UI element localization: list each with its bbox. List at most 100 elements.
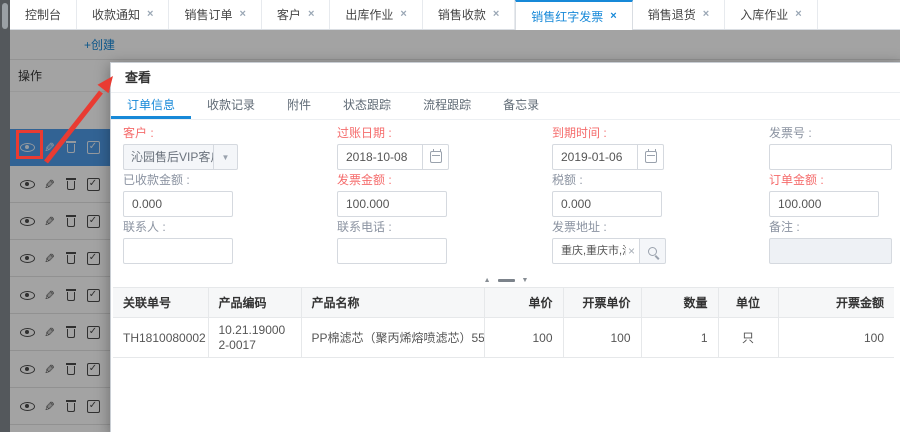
invoice-amount-value: 100.000 <box>346 197 390 211</box>
customer-value: 沁园售后VIP客户 <box>131 150 213 164</box>
posting-date-value: 2018-10-08 <box>346 150 408 164</box>
tab-close-icon[interactable]: × <box>610 10 616 22</box>
field-contact-phone: 联系电话 : <box>337 220 552 264</box>
tab-customer[interactable]: 客户 × <box>262 0 331 29</box>
invoice-form: 客户 : 沁园售后VIP客户 ▼ 过账日期 : 2018-10-08 到期时间 … <box>111 120 900 267</box>
invoice-no-input[interactable] <box>769 144 892 170</box>
remark-input[interactable] <box>769 238 892 264</box>
due-date-input[interactable]: 2019-01-06 <box>552 144 638 170</box>
invoice-amount-input[interactable]: 100.000 <box>337 191 447 217</box>
received-amount-label: 已收款金额 : <box>123 173 190 187</box>
order-amount-label: 订单金额 : <box>769 173 824 187</box>
col-unit[interactable]: 单位 <box>717 287 778 318</box>
tab-close-icon[interactable]: × <box>400 9 406 20</box>
tab-label: 销售收款 <box>437 8 486 22</box>
field-invoice-amount: 发票金额 : 100.000 <box>337 173 552 217</box>
due-date-label: 到期时间 : <box>552 126 607 140</box>
tab-close-icon[interactable]: × <box>703 9 709 20</box>
products-table: 关联单号 产品编码 产品名称 单价 开票单价 数量 单位 开票金额 TH1810… <box>113 287 894 358</box>
field-remark: 备注 : <box>769 220 900 264</box>
dialog-title: 查看 <box>111 63 900 93</box>
tab-sales-return[interactable]: 销售退货 × <box>633 0 726 29</box>
tab-label: 入库作业 <box>740 8 789 22</box>
cell-product-name: PP棉滤芯（聚丙烯熔喷滤芯）5598/559... <box>300 317 484 358</box>
received-amount-input[interactable]: 0.000 <box>123 191 233 217</box>
col-quantity[interactable]: 数量 <box>640 287 718 318</box>
tab-label: 销售退货 <box>647 8 696 22</box>
tax-amount-label: 税额 : <box>552 173 583 187</box>
contact-label: 联系人 : <box>123 220 166 234</box>
table-row[interactable]: TH1810080002 10.21.190002-0017 PP棉滤芯（聚丙烯… <box>113 317 894 358</box>
tab-payment-notice[interactable]: 收款通知 × <box>77 0 170 29</box>
posting-date-calendar-button[interactable] <box>423 144 449 170</box>
tab-close-icon[interactable]: × <box>308 9 314 20</box>
dialog-tabbar: 订单信息 收款记录 附件 状态跟踪 流程跟踪 备忘录 <box>111 93 900 120</box>
splitter-handle[interactable] <box>497 278 515 282</box>
scrollbar-thumb[interactable] <box>2 3 8 29</box>
field-customer: 客户 : 沁园售后VIP客户 ▼ <box>123 126 337 170</box>
cell-product-code: 10.21.190002-0017 <box>207 317 301 358</box>
field-invoice-no: 发票号 : <box>769 126 900 170</box>
col-unit-price[interactable]: 单价 <box>483 287 563 318</box>
tax-amount-input[interactable]: 0.000 <box>552 191 662 217</box>
field-invoice-address: 发票地址 : 重庆,重庆市,渝北区,[], × <box>552 220 769 264</box>
posting-date-input[interactable]: 2018-10-08 <box>337 144 423 170</box>
invoice-address-input[interactable]: 重庆,重庆市,渝北区,[], × <box>552 238 640 264</box>
due-date-value: 2019-01-06 <box>561 150 623 164</box>
tab-process-tracking[interactable]: 流程跟踪 <box>407 93 487 119</box>
tab-inbound[interactable]: 入库作业 × <box>725 0 818 29</box>
tab-label: 控制台 <box>25 8 62 22</box>
collapse-up-icon[interactable]: ▲ <box>484 277 491 284</box>
search-icon <box>648 246 657 256</box>
tab-label: 客户 <box>276 8 301 22</box>
tab-label: 收款通知 <box>92 8 141 22</box>
field-received-amount: 已收款金额 : 0.000 <box>123 173 337 217</box>
contact-input[interactable] <box>123 238 233 264</box>
tab-order-info[interactable]: 订单信息 <box>111 93 192 119</box>
tab-sales-receipt[interactable]: 销售收款 × <box>423 0 516 29</box>
tab-close-icon[interactable]: × <box>493 9 499 20</box>
table-header-row: 关联单号 产品编码 产品名称 单价 开票单价 数量 单位 开票金额 <box>113 287 894 318</box>
tab-red-invoice-active[interactable]: 销售红字发票 × <box>515 0 633 30</box>
contact-phone-label: 联系电话 : <box>337 220 392 234</box>
col-invoice-amount[interactable]: 开票金额 <box>777 287 894 318</box>
col-invoice-unit-price[interactable]: 开票单价 <box>562 287 641 318</box>
tab-memo[interactable]: 备忘录 <box>487 93 555 119</box>
tab-attachments[interactable]: 附件 <box>271 93 327 119</box>
tab-label: 出库作业 <box>345 8 394 22</box>
left-edge-panel <box>0 0 10 432</box>
tab-console[interactable]: 控制台 <box>10 0 78 29</box>
clear-icon[interactable]: × <box>628 239 635 263</box>
invoice-address-value: 重庆,重庆市,渝北区,[], <box>561 245 626 257</box>
cell-invoice-amount: 100 <box>777 317 894 358</box>
tab-status-tracking[interactable]: 状态跟踪 <box>327 93 407 119</box>
col-product-name[interactable]: 产品名称 <box>300 287 484 318</box>
window-tabbar: 控制台 收款通知 × 销售订单 × 客户 × 出库作业 × 销售收款 × 销售红字发票 × … <box>10 0 900 30</box>
tab-outbound[interactable]: 出库作业 × <box>330 0 423 29</box>
invoice-address-label: 发票地址 : <box>552 220 607 234</box>
col-related-order[interactable]: 关联单号 <box>113 287 208 318</box>
invoice-no-label: 发票号 : <box>769 126 812 140</box>
due-date-calendar-button[interactable] <box>638 144 664 170</box>
cell-quantity: 1 <box>640 317 718 358</box>
field-contact: 联系人 : <box>123 220 337 264</box>
tab-close-icon[interactable]: × <box>147 9 153 20</box>
tab-sales-order[interactable]: 销售订单 × <box>169 0 262 29</box>
cell-unit: 只 <box>717 317 778 358</box>
tab-label: 销售订单 <box>184 8 233 22</box>
app-screen: 控制台 收款通知 × 销售订单 × 客户 × 出库作业 × 销售收款 × 销售红字发票 × … <box>0 0 900 432</box>
order-amount-input[interactable]: 100.000 <box>769 191 879 217</box>
field-tax-amount: 税额 : 0.000 <box>552 173 769 217</box>
tab-close-icon[interactable]: × <box>795 9 801 20</box>
received-amount-value: 0.000 <box>132 197 163 211</box>
view-dialog: 查看 订单信息 收款记录 附件 状态跟踪 流程跟踪 备忘录 客户 : 沁园售后V… <box>110 62 900 432</box>
tab-receipt-records[interactable]: 收款记录 <box>191 93 271 119</box>
contact-phone-input[interactable] <box>337 238 447 264</box>
customer-select[interactable]: 沁园售后VIP客户 ▼ <box>123 144 238 170</box>
field-order-amount: 订单金额 : 100.000 <box>769 173 900 217</box>
col-product-code[interactable]: 产品编码 <box>207 287 301 318</box>
address-search-button[interactable] <box>640 238 666 264</box>
remark-label: 备注 : <box>769 220 800 234</box>
tab-close-icon[interactable]: × <box>239 9 245 20</box>
collapse-down-icon[interactable]: ▼ <box>522 277 529 284</box>
